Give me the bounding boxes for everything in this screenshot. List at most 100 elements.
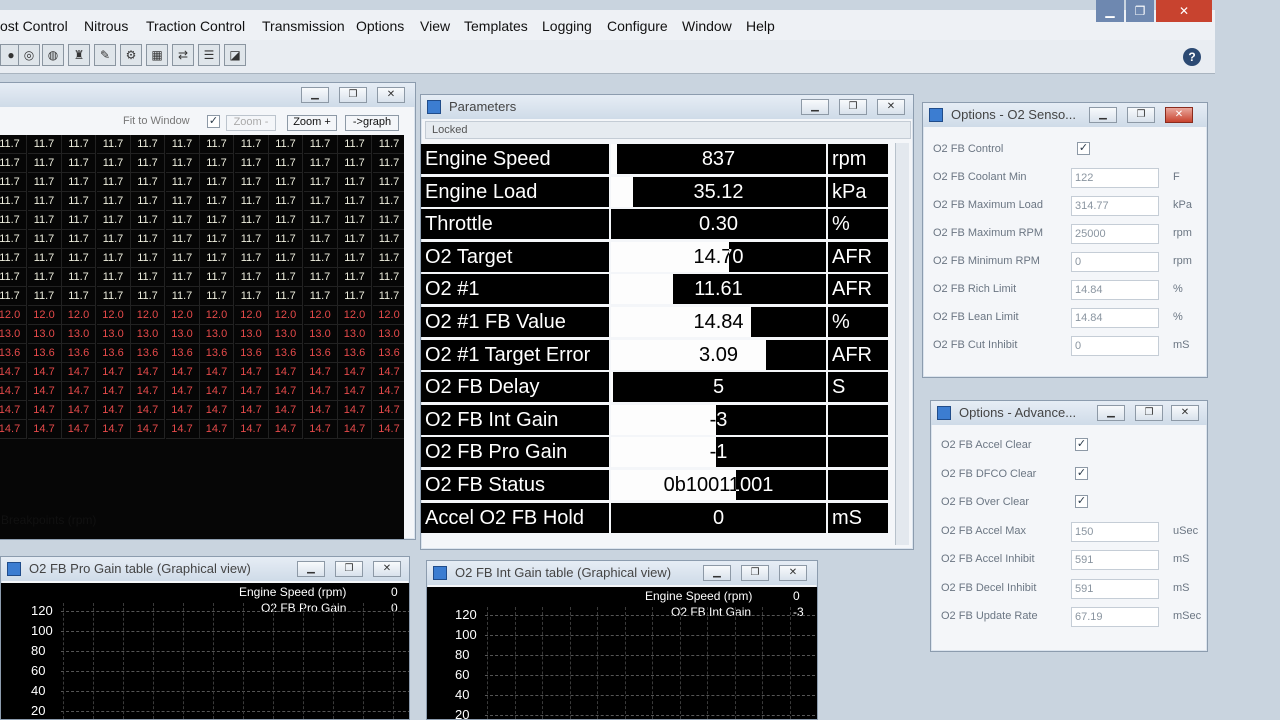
- table-cell[interactable]: 14.7: [96, 363, 131, 382]
- table-cell[interactable]: 11.7: [303, 268, 338, 287]
- table-cell[interactable]: 11.7: [96, 173, 131, 192]
- option-checkbox[interactable]: ✓: [1075, 438, 1088, 451]
- table-cell[interactable]: 11.7: [269, 154, 303, 173]
- table-cell[interactable]: 11.7: [0, 192, 27, 211]
- table-cell[interactable]: 11.7: [372, 249, 404, 268]
- option-input[interactable]: 122: [1071, 168, 1159, 188]
- table-cell[interactable]: 11.7: [200, 287, 234, 306]
- params-maximize-button[interactable]: ❐: [839, 99, 867, 115]
- table-cell[interactable]: 11.7: [269, 211, 303, 230]
- int-gain-maximize-button[interactable]: ❐: [741, 565, 769, 581]
- table-cell[interactable]: 14.7: [269, 420, 303, 439]
- int-gain-close-button[interactable]: ✕: [779, 565, 807, 581]
- table-cell[interactable]: 11.7: [96, 249, 131, 268]
- table-cell[interactable]: 11.7: [338, 192, 372, 211]
- table-cell[interactable]: 11.7: [165, 135, 200, 154]
- table-cell[interactable]: 14.7: [303, 363, 338, 382]
- menu-nitrous[interactable]: Nitrous: [84, 18, 128, 34]
- table-cell[interactable]: 11.7: [200, 268, 234, 287]
- table-cell[interactable]: 11.7: [338, 135, 372, 154]
- table-cell[interactable]: 13.6: [165, 344, 200, 363]
- table-cell[interactable]: 11.7: [62, 287, 96, 306]
- option-input[interactable]: 25000: [1071, 224, 1159, 244]
- list-icon[interactable]: ☰: [198, 44, 220, 66]
- table-cell[interactable]: 14.7: [269, 401, 303, 420]
- table-cell[interactable]: 11.7: [200, 192, 234, 211]
- table-cell[interactable]: 11.7: [165, 230, 200, 249]
- pro-gain-titlebar[interactable]: O2 FB Pro Gain table (Graphical view) ▁ …: [1, 557, 409, 581]
- table-cell[interactable]: 11.7: [0, 173, 27, 192]
- table-cell[interactable]: 14.7: [303, 401, 338, 420]
- table-cell[interactable]: 11.7: [303, 135, 338, 154]
- table-cell[interactable]: 12.0: [96, 306, 131, 325]
- table-cell[interactable]: 14.7: [0, 382, 27, 401]
- table-cell[interactable]: 12.0: [62, 306, 96, 325]
- table-cell[interactable]: 14.7: [62, 420, 96, 439]
- table-cell[interactable]: 11.7: [269, 135, 303, 154]
- pro-gain-close-button[interactable]: ✕: [373, 561, 401, 577]
- table-cell[interactable]: 12.0: [0, 306, 27, 325]
- table-cell[interactable]: 11.7: [269, 192, 303, 211]
- table-cell[interactable]: 13.6: [338, 344, 372, 363]
- table-cell[interactable]: 11.7: [338, 249, 372, 268]
- table-cell[interactable]: 11.7: [62, 211, 96, 230]
- app-minimize-button[interactable]: ▁: [1096, 0, 1124, 22]
- table-cell[interactable]: 14.7: [372, 401, 404, 420]
- table-cell[interactable]: 11.7: [372, 154, 404, 173]
- table-cell[interactable]: 11.7: [200, 135, 234, 154]
- table-cell[interactable]: 11.7: [62, 249, 96, 268]
- table-cell[interactable]: 11.7: [131, 192, 165, 211]
- table-cell[interactable]: 13.0: [62, 325, 96, 344]
- table-cell[interactable]: 14.7: [131, 363, 165, 382]
- table-cell[interactable]: 11.7: [0, 268, 27, 287]
- menu-options[interactable]: Options: [356, 18, 404, 34]
- table-cell[interactable]: 11.7: [234, 230, 269, 249]
- table-cell[interactable]: 13.0: [372, 325, 404, 344]
- table-cell[interactable]: 11.7: [96, 230, 131, 249]
- option-checkbox[interactable]: ✓: [1075, 495, 1088, 508]
- option-input[interactable]: 314.77: [1071, 196, 1159, 216]
- table-cell[interactable]: 11.7: [131, 230, 165, 249]
- menu-transmission[interactable]: Transmission: [262, 18, 345, 34]
- table-cell[interactable]: 11.7: [27, 287, 62, 306]
- table-cell[interactable]: 11.7: [303, 287, 338, 306]
- table-cell[interactable]: 11.7: [27, 268, 62, 287]
- table-cell[interactable]: 14.7: [165, 382, 200, 401]
- table-cell[interactable]: 11.7: [131, 287, 165, 306]
- table-cell[interactable]: 14.7: [96, 382, 131, 401]
- table-cell[interactable]: 11.7: [200, 230, 234, 249]
- table-cell[interactable]: 13.0: [0, 325, 27, 344]
- option-checkbox[interactable]: ✓: [1075, 466, 1088, 480]
- menu-templates[interactable]: Templates: [464, 18, 528, 34]
- table-cell[interactable]: 11.7: [96, 287, 131, 306]
- table-cell[interactable]: 13.0: [200, 325, 234, 344]
- table-cell[interactable]: 11.7: [200, 154, 234, 173]
- parameters-scrollbar[interactable]: [895, 143, 909, 545]
- table-cell[interactable]: 11.7: [234, 135, 269, 154]
- table-cell[interactable]: 14.7: [200, 420, 234, 439]
- swap-icon[interactable]: ⇄: [172, 44, 194, 66]
- table-cell[interactable]: 11.7: [303, 173, 338, 192]
- table-cell[interactable]: 11.7: [234, 268, 269, 287]
- table-cell[interactable]: 11.7: [165, 268, 200, 287]
- zoom-out-button[interactable]: Zoom -: [226, 115, 276, 131]
- table-cell[interactable]: 14.7: [303, 382, 338, 401]
- table-cell[interactable]: 11.7: [0, 154, 27, 173]
- table-cell[interactable]: 11.7: [96, 154, 131, 173]
- table-cell[interactable]: 12.0: [200, 306, 234, 325]
- table-cell[interactable]: 13.0: [269, 325, 303, 344]
- afr-target-table[interactable]: 11.7 11.7 11.7 11.7 11.7 11.7 11.7 11.7 11.7 11.7…: [0, 135, 404, 539]
- table-cell[interactable]: 13.6: [303, 344, 338, 363]
- table-cell[interactable]: 11.7: [96, 268, 131, 287]
- table-cell[interactable]: 11.7: [303, 249, 338, 268]
- table-cell[interactable]: 14.7: [372, 382, 404, 401]
- table-cell[interactable]: 11.7: [0, 287, 27, 306]
- option-checkbox[interactable]: ✓: [1077, 142, 1090, 155]
- table-cell[interactable]: 11.7: [234, 249, 269, 268]
- option-input[interactable]: 14.84: [1071, 280, 1159, 300]
- table-cell[interactable]: 11.7: [234, 173, 269, 192]
- table-cell[interactable]: 12.0: [165, 306, 200, 325]
- table-cell[interactable]: 11.7: [62, 192, 96, 211]
- table-cell[interactable]: 12.0: [234, 306, 269, 325]
- table-cell[interactable]: 14.7: [27, 401, 62, 420]
